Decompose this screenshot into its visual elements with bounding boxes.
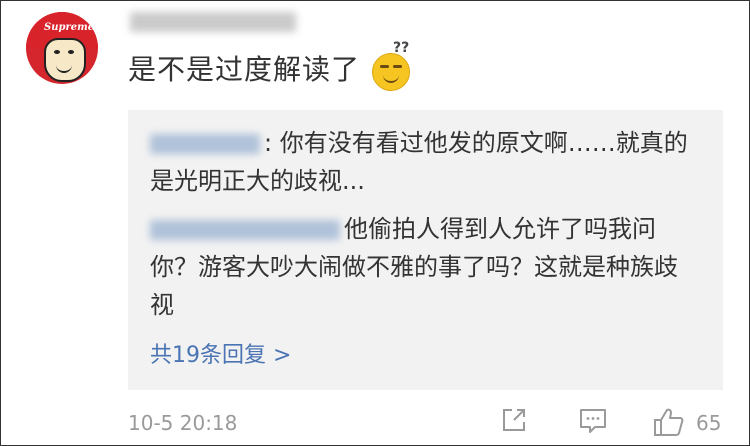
reply-item[interactable]: 他偷拍人得到人允许了吗我问你？游客大吵大闹做不雅的事了吗？这就是种族歧视: [150, 210, 690, 324]
avatar-eye-right: [68, 50, 74, 54]
avatar-cap-text: Supreme: [44, 22, 95, 33]
avatar-eye-left: [54, 50, 60, 54]
emoji-eye-left: [380, 65, 389, 68]
reply-username-blurred[interactable]: [150, 134, 260, 154]
emoji-eye-right: [393, 65, 402, 68]
reply-item[interactable]: : 你有没有看过他发的原文啊……就真的是光明正大的歧视...: [150, 124, 690, 200]
like-icon[interactable]: [652, 406, 686, 438]
comment-timestamp: 10-5 20:18: [128, 411, 238, 435]
avatar-mouth: [56, 65, 72, 73]
avatar-face: [44, 38, 86, 82]
thinking-smile-emoji-icon: ??: [372, 40, 410, 91]
emoji-mouth: [383, 74, 399, 83]
like-count: 65: [696, 411, 722, 435]
comment-text: 是不是过度解读了: [128, 53, 361, 86]
emoji-question-marks: ??: [393, 40, 410, 56]
username-blurred[interactable]: [130, 12, 296, 32]
replies-panel: : 你有没有看过他发的原文啊……就真的是光明正大的歧视... 他偷拍人得到人允许…: [128, 110, 723, 390]
avatar[interactable]: Supreme: [26, 12, 98, 84]
reply-username-blurred[interactable]: [150, 220, 340, 240]
view-more-replies-link[interactable]: 共19条回复 >: [150, 340, 291, 372]
comment-icon[interactable]: [578, 406, 608, 436]
share-icon[interactable]: [500, 406, 528, 434]
